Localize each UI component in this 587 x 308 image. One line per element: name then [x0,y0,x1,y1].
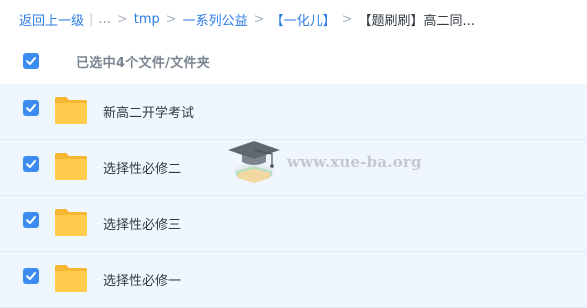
checkmark-icon [26,216,36,224]
row-checkbox[interactable] [23,212,39,228]
chevron-right-icon: > [116,11,128,27]
file-name[interactable]: 选择性必修一 [103,270,181,289]
list-item[interactable]: 选择性必修二 [0,140,587,196]
chevron-right-icon: > [253,11,265,27]
row-checkbox[interactable] [23,268,39,284]
file-name[interactable]: 新高二开学考试 [103,102,194,121]
selection-summary: 已选中4个文件/文件夹 [76,56,211,71]
chevron-right-icon: > [165,11,177,27]
folder-icon [55,265,87,292]
breadcrumb-ellipsis[interactable]: ... [98,12,110,27]
checkmark-icon [26,160,36,168]
select-all-checkbox[interactable] [23,53,39,69]
folder-icon [55,97,87,124]
breadcrumb-item-yihuaer[interactable]: 【一化儿】 [271,10,336,29]
list-item[interactable]: 新高二开学考试 [0,84,587,140]
breadcrumb-item-tmp[interactable]: tmp [134,12,160,27]
back-link[interactable]: 返回上一级 [19,10,84,29]
file-name[interactable]: 选择性必修三 [103,214,181,233]
list-item[interactable]: 选择性必修一 [0,252,587,308]
list-item[interactable]: 选择性必修三 [0,196,587,252]
file-list: 新高二开学考试 选择性必修二 选择性必修三 选择性必修一 [0,84,587,308]
breadcrumb-divider: | [89,11,94,27]
chevron-right-icon: > [341,11,353,27]
checkmark-icon [26,57,36,65]
row-checkbox[interactable] [23,100,39,116]
selection-bar: 已选中4个文件/文件夹 [0,38,587,84]
checkmark-icon [26,272,36,280]
row-checkbox[interactable] [23,156,39,172]
breadcrumb-item-public[interactable]: 一系列公益 [183,10,248,29]
folder-icon [55,153,87,180]
breadcrumb-current: 【题刷刷】高二同... [358,13,475,29]
file-name[interactable]: 选择性必修二 [103,158,181,177]
checkmark-icon [26,104,36,112]
breadcrumb: 返回上一级 | ... > tmp > 一系列公益 > 【一化儿】 > 【题刷刷… [0,0,587,38]
folder-icon [55,209,87,236]
